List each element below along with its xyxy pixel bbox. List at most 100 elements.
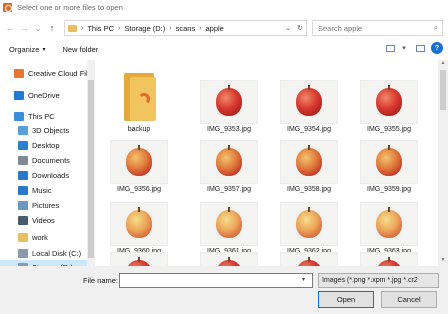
sidebar-item[interactable]: Videos [0, 213, 95, 227]
folder-icon [18, 232, 28, 242]
sidebar-scroll-thumb[interactable] [88, 80, 94, 258]
image-thumbnail [280, 252, 338, 266]
file-item[interactable] [106, 252, 172, 266]
sidebar-item-label: Documents [32, 155, 70, 165]
file-name: IMG_9353.jpg [207, 126, 251, 133]
help-icon[interactable]: ? [431, 42, 443, 54]
apple-image [126, 207, 152, 238]
breadcrumb-this-pc[interactable]: This PC [87, 24, 114, 33]
file-name: backup [127, 126, 151, 133]
organize-button[interactable]: Organize ▾ [9, 45, 45, 54]
open-button[interactable]: Open [318, 291, 374, 308]
file-item[interactable]: IMG_9356.jpg [106, 140, 172, 193]
apple-image [126, 145, 152, 176]
file-item[interactable] [196, 252, 262, 266]
sidebar-item-label: Videos [32, 215, 55, 225]
file-item[interactable]: IMG_9360.jpg [106, 202, 172, 255]
sidebar-item[interactable]: 3D Objects [0, 123, 95, 137]
breadcrumb-scans[interactable]: scans [176, 24, 196, 33]
preview-pane-icon[interactable] [416, 44, 425, 52]
sidebar-item-label: Local Disk (C:) [32, 248, 82, 258]
recent-locations-icon[interactable]: ⌄ [31, 21, 45, 35]
file-item[interactable]: IMG_9363.jpg [356, 202, 422, 255]
sidebar-item[interactable]: Downloads [0, 168, 95, 182]
sidebar-item-label: 3D Objects [32, 125, 70, 135]
file-item[interactable] [276, 252, 342, 266]
file-item[interactable]: IMG_9358.jpg [276, 140, 342, 193]
sidebar-item[interactable]: Desktop [0, 138, 95, 152]
address-dropdown-icon[interactable]: ⌄ [282, 24, 294, 32]
file-item[interactable]: IMG_9362.jpg [276, 202, 342, 255]
cancel-button[interactable]: Cancel [381, 291, 437, 308]
sidebar-item-label: work [32, 232, 48, 242]
apple-image [216, 85, 242, 116]
forward-icon[interactable]: → [17, 21, 31, 35]
up-icon[interactable]: ↑ [45, 21, 59, 35]
chevron-right-icon: › [81, 24, 84, 32]
sidebar-item[interactable]: This PC [0, 109, 95, 123]
sidebar-item[interactable]: work [0, 230, 95, 244]
documents-icon [18, 155, 28, 165]
apple-image [296, 145, 322, 176]
breadcrumb-apple[interactable]: apple [206, 24, 224, 33]
file-item[interactable]: IMG_9353.jpg [196, 80, 262, 133]
file-name-input[interactable] [119, 273, 313, 288]
chevron-right-icon: › [118, 24, 121, 32]
file-item[interactable]: IMG_9354.jpg [276, 80, 342, 133]
3d-objects-icon [18, 125, 28, 135]
file-item[interactable] [356, 252, 422, 266]
sidebar-item-label: OneDrive [28, 90, 60, 100]
file-item[interactable]: IMG_9359.jpg [356, 140, 422, 193]
apple-image [376, 207, 402, 238]
pictures-icon [18, 200, 28, 210]
image-thumbnail [200, 140, 258, 184]
window-title: Select one or more files to open [17, 2, 123, 12]
chevron-right-icon: › [169, 24, 172, 32]
file-type-select[interactable]: Images (*.png *.xpm *.jpg *.cr2 [318, 273, 439, 288]
image-thumbnail [110, 140, 168, 184]
apple-image [376, 85, 402, 116]
view-options-caret-icon[interactable]: ▾ [398, 42, 410, 54]
command-bar: Organize ▾ New folder ▾ ? [0, 41, 448, 57]
sidebar-item[interactable]: Documents [0, 153, 95, 167]
file-list: backup IMG_9353.jpg IMG_9354.jpg IMG_9355.j… [98, 60, 436, 266]
apple-image [216, 207, 242, 238]
scroll-up-icon[interactable]: ▲ [438, 60, 448, 69]
breadcrumb-storage[interactable]: Storage (D:) [124, 24, 165, 33]
file-name: IMG_9357.jpg [207, 186, 251, 193]
image-thumbnail [110, 252, 168, 266]
chevron-down-icon[interactable]: ▾ [302, 276, 305, 283]
apple-image [296, 85, 322, 116]
sidebar-item[interactable]: Creative Cloud Fil [0, 66, 95, 80]
chevron-down-icon: ▾ [42, 46, 46, 53]
title-bar: Select one or more files to open [0, 0, 448, 14]
sidebar-item[interactable]: Pictures [0, 198, 95, 212]
file-item[interactable]: IMG_9357.jpg [196, 140, 262, 193]
change-view-icon[interactable] [386, 44, 395, 52]
chevron-right-icon: › [199, 24, 202, 32]
file-name-label: File name: [83, 276, 119, 285]
file-name: IMG_9356.jpg [117, 186, 161, 193]
address-bar[interactable]: › This PC › Storage (D:) › scans › apple… [64, 20, 307, 36]
search-placeholder: Search apple [318, 23, 363, 33]
downloads-icon [18, 170, 28, 180]
search-input[interactable]: Search apple ⌕ [312, 20, 443, 36]
folder-item[interactable]: backup [106, 73, 172, 133]
sidebar-item[interactable]: Music [0, 183, 95, 197]
sidebar-item[interactable]: Local Disk (C:) [0, 246, 95, 260]
file-item[interactable]: IMG_9361.jpg [196, 202, 262, 255]
image-thumbnail [280, 140, 338, 184]
apple-image [216, 145, 242, 176]
app-icon [3, 2, 12, 12]
image-thumbnail [200, 202, 258, 246]
image-thumbnail [360, 140, 418, 184]
back-icon[interactable]: ← [3, 21, 17, 35]
image-thumbnail [200, 80, 258, 124]
scroll-down-icon[interactable]: ▼ [438, 257, 448, 266]
new-folder-button[interactable]: New folder [62, 45, 98, 54]
file-item[interactable]: IMG_9355.jpg [356, 80, 422, 133]
image-thumbnail [360, 80, 418, 124]
sidebar-item[interactable]: OneDrive [0, 88, 95, 102]
refresh-icon[interactable]: ↻ [294, 24, 306, 32]
content-scroll-thumb[interactable] [440, 70, 446, 110]
